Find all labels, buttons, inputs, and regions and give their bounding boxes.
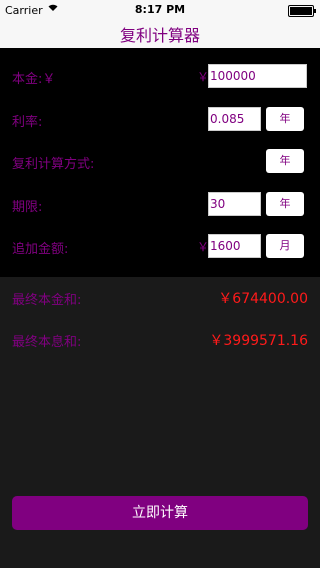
page-title: 复利计算器 <box>119 26 200 45</box>
final-principal-value: ￥674400.00 <box>218 291 308 307</box>
battery-icon <box>288 5 316 17</box>
rate-label: 利率: <box>12 115 43 130</box>
final-principal-row: 最终本金和: ￥674400.00 <box>0 286 320 310</box>
top-bar: Carrier 8:17 PM 复利计算器 <box>0 0 320 48</box>
status-time: 8:17 PM <box>134 3 186 16</box>
rate-row: 利率: 0.085 年 <box>0 105 320 135</box>
calculate-button[interactable]: 立即计算 <box>12 496 308 530</box>
principal-row: 本金:￥ ￥ 100000 <box>0 62 320 92</box>
final-principal-label: 最终本金和: <box>12 293 82 308</box>
addition-label: 追加金额: <box>12 242 69 257</box>
principal-input[interactable]: 100000 <box>208 64 307 88</box>
final-total-label: 最终本息和: <box>12 335 82 350</box>
rate-unit-button[interactable]: 年 <box>266 107 304 131</box>
compound-row: 复利计算方式: 年 <box>0 147 320 177</box>
addition-input[interactable]: 1600 <box>208 234 261 258</box>
addition-row: 追加金额: ￥ 1600 月 <box>0 232 320 262</box>
principal-label: 本金:￥ <box>12 72 56 87</box>
term-unit-button[interactable]: 年 <box>266 192 304 216</box>
compound-label: 复利计算方式: <box>12 157 95 172</box>
input-form: 本金:￥ ￥ 100000 利率: 0.085 年 复利计算方式: 年 期限: … <box>0 48 320 277</box>
term-label: 期限: <box>12 200 43 215</box>
rate-input[interactable]: 0.085 <box>208 107 261 131</box>
compound-unit-button[interactable]: 年 <box>266 149 304 173</box>
term-row: 期限: 30 年 <box>0 190 320 220</box>
final-total-value: ￥3999571.16 <box>209 333 308 349</box>
addition-unit-button[interactable]: 月 <box>266 234 304 258</box>
term-input[interactable]: 30 <box>208 192 261 216</box>
final-total-row: 最终本息和: ￥3999571.16 <box>0 328 320 352</box>
status-bar: Carrier 8:17 PM <box>0 0 320 20</box>
